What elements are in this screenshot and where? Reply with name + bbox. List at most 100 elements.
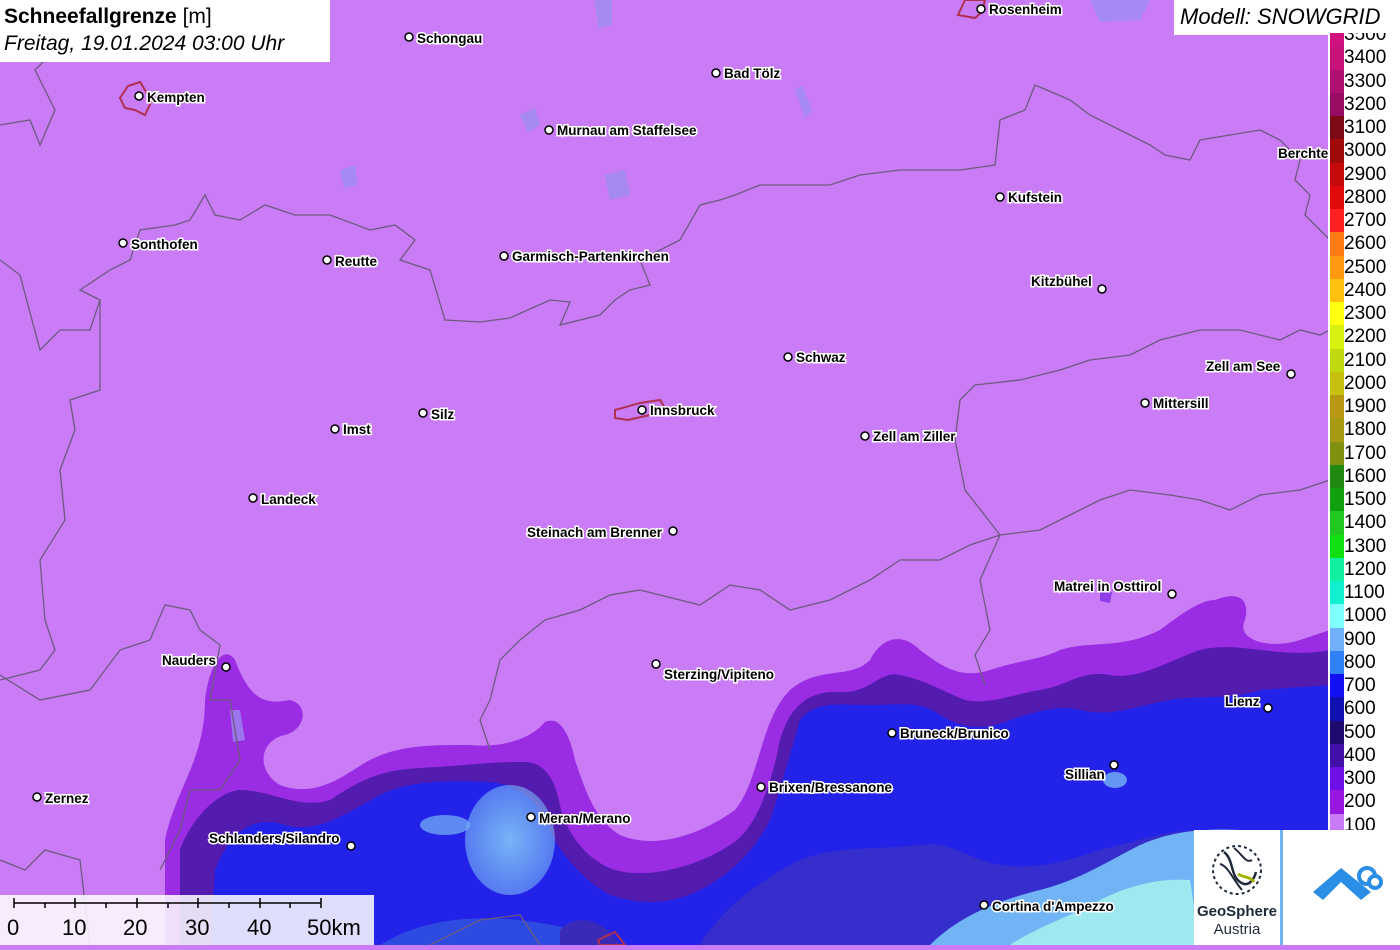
legend-swatch xyxy=(1330,232,1344,256)
city-marker: Innsbruck xyxy=(637,402,717,420)
legend-label: 2200 xyxy=(1344,326,1387,348)
city-label: Bruneck/Brunico xyxy=(900,726,1009,741)
legend-swatch xyxy=(1330,278,1344,302)
legend-label: 700 xyxy=(1344,675,1376,696)
city-label: Rosenheim xyxy=(989,2,1062,17)
legend-label: 1800 xyxy=(1344,419,1387,441)
legend-label: 3400 xyxy=(1344,47,1387,69)
city-label: Meran/Merano xyxy=(539,811,631,826)
city-marker: Steinach am Brenner xyxy=(526,524,678,542)
city-label: Imst xyxy=(343,422,371,437)
legend-swatch xyxy=(1330,767,1344,791)
legend-swatch xyxy=(1330,139,1344,163)
legend-swatch xyxy=(1330,92,1344,116)
city-marker: Cortina d'Ampezzo xyxy=(979,898,1115,916)
legend-swatch xyxy=(1330,418,1344,442)
city-label: Kufstein xyxy=(1008,190,1062,205)
legend-swatch xyxy=(1330,743,1344,767)
legend-label: 2900 xyxy=(1344,163,1387,185)
city-label: Landeck xyxy=(261,492,316,507)
scale-bar: 0 10 20 30 40 50km xyxy=(0,895,374,945)
city-label: Sterzing/Vipiteno xyxy=(664,667,774,682)
city-marker: Brixen/Bressanone xyxy=(756,779,894,797)
city-label: Reutte xyxy=(335,254,377,269)
legend-label: 1400 xyxy=(1344,512,1387,534)
city-label: Zell am See xyxy=(1206,359,1281,374)
legend-swatch xyxy=(1330,302,1344,326)
legend-swatch xyxy=(1330,255,1344,279)
snow-mountain-icon xyxy=(1313,866,1383,900)
legend-swatch xyxy=(1330,185,1344,209)
city-label: Kitzbühel xyxy=(1031,274,1092,289)
city-label: Zell am Ziller xyxy=(873,429,956,444)
legend-swatch xyxy=(1330,534,1344,558)
scale-tick: 20 xyxy=(123,915,147,940)
legend-label: 400 xyxy=(1344,744,1376,766)
legend-label: 1900 xyxy=(1344,396,1387,417)
scale-tick: 10 xyxy=(62,915,86,940)
legend-swatch xyxy=(1330,604,1344,628)
city-marker: Sonthofen xyxy=(118,236,199,254)
legend-label: 1500 xyxy=(1344,489,1387,510)
legend-label: 1000 xyxy=(1344,605,1387,627)
legend-label: 3100 xyxy=(1344,117,1387,138)
legend-label: 2100 xyxy=(1344,349,1387,371)
legend-swatch xyxy=(1330,348,1344,372)
legend-swatch xyxy=(1330,720,1344,744)
city-label: Kempten xyxy=(147,90,205,105)
legend-label: 2300 xyxy=(1344,303,1387,324)
title-panel: Schneefallgrenze [m] Freitag, 19.01.2024… xyxy=(0,0,330,62)
geosphere-name: GeoSphere xyxy=(1196,903,1278,920)
legend-swatch xyxy=(1330,557,1344,581)
city-label: Silz xyxy=(431,407,455,422)
city-label: Cortina d'Ampezzo xyxy=(992,899,1114,914)
scale-ruler: 0 10 20 30 40 50km xyxy=(7,898,361,940)
legend-label: 500 xyxy=(1344,721,1376,743)
legend-label: 1600 xyxy=(1344,465,1387,487)
city-marker: Meran/Merano xyxy=(526,810,632,828)
legend-swatch xyxy=(1330,581,1344,605)
snowfall-map: Schongau Rosenheim Kempten Bad Tölz Murn… xyxy=(0,0,1400,945)
city-label: Sonthofen xyxy=(131,237,198,252)
legend-label: 2400 xyxy=(1344,279,1387,301)
snow-cloud-logo xyxy=(1283,830,1400,945)
city-label: Innsbruck xyxy=(650,403,715,418)
legend-label: 2700 xyxy=(1344,210,1387,231)
scale-tick: 30 xyxy=(185,915,209,940)
city-label: Bad Tölz xyxy=(724,66,780,81)
color-legend: 3500 3400 3300 3200 3100 3000 2900 2800 2700 2600… xyxy=(1328,33,1400,833)
legend-swatch xyxy=(1330,371,1344,395)
legend-swatch xyxy=(1330,46,1344,70)
legend-label: 200 xyxy=(1344,791,1376,813)
city-label: Garmisch-Partenkirchen xyxy=(512,249,669,264)
legend-label: 1300 xyxy=(1344,535,1387,557)
legend-swatch xyxy=(1330,441,1344,465)
city-marker: Rosenheim xyxy=(976,1,1063,19)
legend-label: 300 xyxy=(1344,768,1376,789)
legend-label: 900 xyxy=(1344,628,1376,650)
legend-label: 1200 xyxy=(1344,558,1387,580)
legend-label: 600 xyxy=(1344,698,1376,720)
city-label: Murnau am Staffelsee xyxy=(557,123,697,138)
city-label: Schwaz xyxy=(796,350,846,365)
city-label: Mittersill xyxy=(1153,396,1209,411)
legend-label: 2500 xyxy=(1344,256,1387,278)
legend-label: 1700 xyxy=(1344,442,1387,464)
legend-label: 3500 xyxy=(1344,33,1387,45)
legend-swatch xyxy=(1330,790,1344,814)
city-label: Zernez xyxy=(45,791,89,806)
legend-swatch xyxy=(1330,325,1344,349)
legend-swatch xyxy=(1330,488,1344,512)
legend-label: 2800 xyxy=(1344,186,1387,208)
legend-label: 2000 xyxy=(1344,372,1387,394)
legend-label: 2600 xyxy=(1344,233,1387,255)
geosphere-logo: GeoSphere Austria xyxy=(1194,830,1280,945)
legend-label: 3300 xyxy=(1344,70,1387,92)
legend-swatch xyxy=(1330,464,1344,488)
city-marker: Schongau xyxy=(404,30,484,48)
legend-swatch xyxy=(1330,209,1344,233)
legend-swatch xyxy=(1330,116,1344,140)
city-label: Sillian xyxy=(1065,767,1105,782)
city-marker: Garmisch-Partenkirchen xyxy=(499,248,670,266)
city-label: Matrei in Osttirol xyxy=(1054,579,1161,594)
